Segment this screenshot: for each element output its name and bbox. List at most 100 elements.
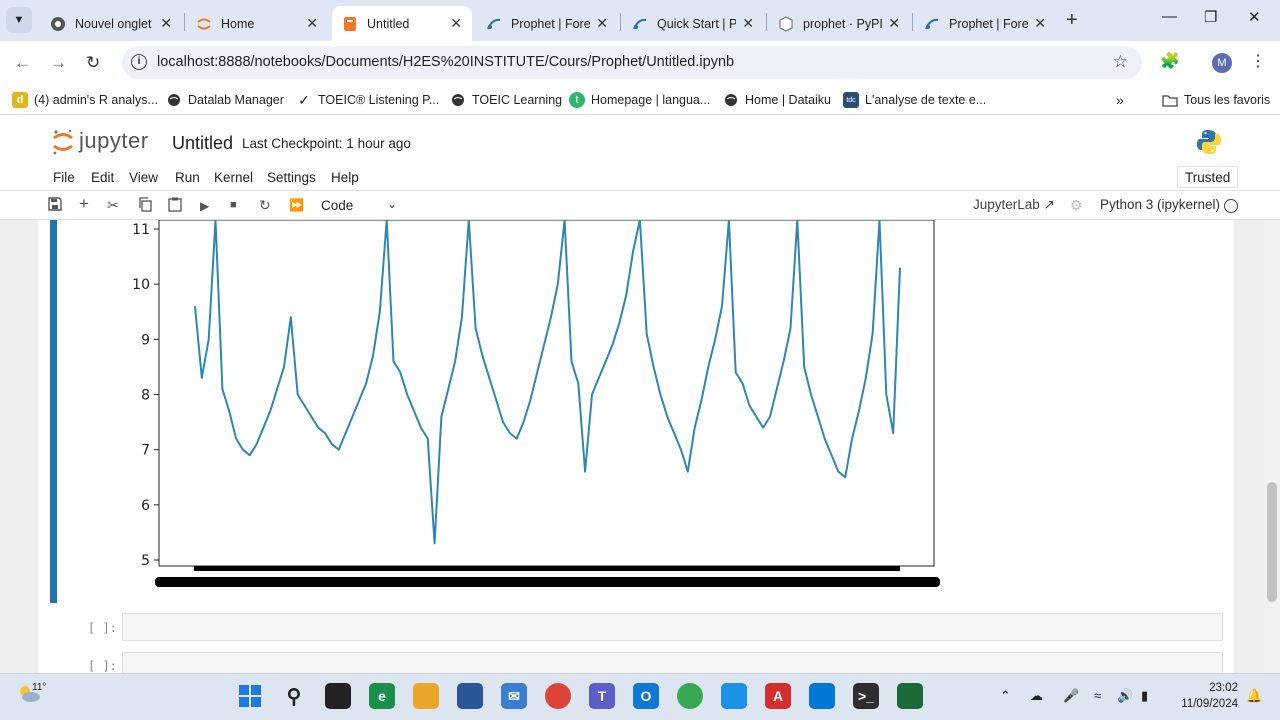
bookmark-item[interactable]: Datalab Manager bbox=[166, 92, 284, 108]
kernel-name[interactable]: Python 3 (ipykernel) bbox=[1100, 197, 1220, 212]
chrome-profile-icon[interactable] bbox=[677, 683, 703, 709]
menu-file[interactable]: File bbox=[53, 170, 75, 185]
vertical-scrollbar[interactable] bbox=[1264, 220, 1280, 673]
microphone-icon[interactable]: 🎤 bbox=[1063, 688, 1079, 704]
mail-icon[interactable]: ✉ bbox=[501, 683, 527, 709]
menu-run[interactable]: Run bbox=[175, 170, 200, 185]
url-text[interactable]: localhost:8888/notebooks/Documents/H2ES%… bbox=[157, 54, 734, 70]
forward-arrow-icon[interactable]: → bbox=[50, 53, 67, 73]
edge-icon[interactable]: e bbox=[369, 683, 395, 709]
bookmark-item[interactable]: TOEIC Learning bbox=[450, 92, 562, 108]
browser-tab[interactable]: prophet · PyPI ✕ bbox=[768, 6, 910, 41]
close-icon[interactable]: ✕ bbox=[596, 15, 608, 32]
minimize-icon[interactable]: — bbox=[1162, 8, 1177, 25]
empty-code-cell[interactable] bbox=[122, 613, 1223, 641]
extensions-icon[interactable]: 🧩 bbox=[1160, 51, 1180, 71]
all-bookmarks-button[interactable]: Tous les favoris bbox=[1162, 92, 1270, 108]
teams-icon[interactable]: T bbox=[589, 683, 615, 709]
browser-tab[interactable]: Home ✕ bbox=[186, 6, 328, 41]
vscode-icon[interactable] bbox=[809, 683, 835, 709]
bookmark-item[interactable]: tdc L'analyse de texte e... bbox=[843, 92, 986, 108]
restart-icon[interactable]: ↻ bbox=[259, 197, 271, 214]
trusted-indicator[interactable]: Trusted bbox=[1177, 166, 1239, 188]
new-tab-button[interactable]: + bbox=[1066, 9, 1078, 32]
battery-icon[interactable]: ▮ bbox=[1141, 688, 1148, 704]
tab-search-button[interactable]: ▼ bbox=[6, 7, 32, 33]
notebook-toolbar: + ✂ ▶ ■ ↻ ⏩ Code ⌄ JupyterLab ↗ ⚙ Python… bbox=[0, 191, 1280, 220]
globe-icon bbox=[723, 92, 739, 108]
browser-tab[interactable]: Quick Start | P ✕ bbox=[622, 6, 764, 41]
file-explorer-icon[interactable] bbox=[413, 683, 439, 709]
add-cell-icon[interactable]: + bbox=[79, 194, 89, 214]
bookmark-item[interactable]: d (4) admin's R analys... bbox=[12, 92, 158, 108]
settings-gear-icon[interactable]: ⚙ bbox=[1070, 197, 1083, 214]
wifi-icon[interactable]: ≈ bbox=[1094, 688, 1101, 703]
run-icon[interactable]: ▶ bbox=[200, 199, 209, 213]
browser-tab[interactable]: Prophet | Fore ✕ bbox=[476, 6, 618, 41]
reload-icon[interactable]: ↻ bbox=[86, 53, 100, 73]
cell-type-select[interactable]: Code bbox=[321, 198, 353, 213]
browser-tab[interactable]: Prophet | Fore ✕ bbox=[914, 6, 1056, 41]
fast-forward-icon[interactable]: ⏩ bbox=[289, 198, 304, 212]
volume-icon[interactable]: 🔊 bbox=[1117, 688, 1133, 704]
outlook-icon[interactable]: O bbox=[633, 683, 659, 709]
menu-settings[interactable]: Settings bbox=[267, 170, 316, 185]
back-arrow-icon[interactable]: ← bbox=[14, 53, 31, 73]
notebook-title[interactable]: Untitled bbox=[172, 133, 233, 154]
chevron-down-icon[interactable]: ⌄ bbox=[387, 197, 397, 211]
bookmark-star-icon[interactable]: ☆ bbox=[1113, 52, 1128, 72]
cut-icon[interactable]: ✂ bbox=[107, 197, 119, 214]
bookmark-item[interactable]: Home | Dataiku bbox=[723, 92, 831, 108]
address-bar[interactable]: i localhost:8888/notebooks/Documents/H2E… bbox=[122, 46, 1142, 79]
menu-help[interactable]: Help bbox=[331, 170, 359, 185]
prophet-icon bbox=[632, 16, 648, 32]
save-icon[interactable] bbox=[48, 197, 62, 214]
stop-icon[interactable]: ■ bbox=[230, 199, 237, 211]
system-clock[interactable]: 23:02 11/09/2024 bbox=[1174, 680, 1238, 712]
bookmark-item[interactable]: ✓ TOEIC® Listening P... bbox=[296, 92, 439, 108]
folder-icon bbox=[1162, 92, 1178, 108]
close-icon[interactable]: ✕ bbox=[160, 15, 172, 32]
copy-icon[interactable] bbox=[138, 197, 152, 215]
paste-icon[interactable] bbox=[168, 197, 182, 215]
close-icon[interactable]: ✕ bbox=[1034, 15, 1046, 32]
jupyterlab-link[interactable]: JupyterLab ↗ bbox=[973, 197, 1055, 213]
acrobat-icon[interactable]: A bbox=[765, 683, 791, 709]
terminal-icon[interactable]: >_ bbox=[853, 683, 879, 709]
d-icon: d bbox=[12, 92, 28, 108]
windows-start-icon[interactable] bbox=[237, 683, 263, 709]
browser-tab-active[interactable]: Untitled ✕ bbox=[332, 6, 472, 41]
task-view-icon[interactable] bbox=[325, 683, 351, 709]
store-icon[interactable] bbox=[457, 683, 483, 709]
menu-view[interactable]: View bbox=[129, 170, 158, 185]
search-icon[interactable]: ⚲ bbox=[281, 683, 307, 709]
site-info-icon[interactable]: i bbox=[131, 54, 147, 70]
tab-separator bbox=[912, 13, 913, 31]
close-icon[interactable]: ✕ bbox=[742, 15, 754, 32]
bookmark-item[interactable]: t Homepage | langua... bbox=[569, 92, 710, 108]
clock-time: 23:02 bbox=[1209, 682, 1238, 694]
browser-tab[interactable]: Nouvel onglet ✕ bbox=[40, 6, 182, 41]
notifications-icon[interactable]: 🔔 bbox=[1246, 688, 1262, 704]
close-icon[interactable]: ✕ bbox=[450, 15, 462, 32]
chrome-taskbar-icon[interactable] bbox=[545, 683, 571, 709]
jupyter-menu-bar: File Edit View Run Kernel Settings Help … bbox=[0, 165, 1280, 191]
close-icon[interactable]: ✕ bbox=[888, 15, 900, 32]
browser-menu-icon[interactable]: ⋮ bbox=[1250, 51, 1266, 71]
menu-edit[interactable]: Edit bbox=[91, 170, 114, 185]
restore-icon[interactable]: ❐ bbox=[1204, 8, 1217, 26]
empty-code-cell[interactable] bbox=[122, 652, 1223, 673]
close-icon[interactable]: ✕ bbox=[306, 15, 318, 32]
close-window-icon[interactable]: ✕ bbox=[1248, 8, 1261, 26]
jupyter-icon bbox=[196, 16, 212, 32]
anaconda-icon[interactable] bbox=[897, 683, 923, 709]
docker-icon[interactable] bbox=[721, 683, 747, 709]
profile-avatar[interactable]: M bbox=[1212, 53, 1232, 73]
more-bookmarks-icon[interactable]: » bbox=[1116, 92, 1124, 108]
show-hidden-icons-icon[interactable]: ⌃ bbox=[1000, 688, 1011, 704]
menu-kernel[interactable]: Kernel bbox=[214, 170, 253, 185]
onedrive-icon[interactable]: ☁ bbox=[1030, 688, 1043, 704]
scrollbar-thumb[interactable] bbox=[1267, 482, 1277, 602]
weather-widget[interactable]: 11° bbox=[16, 682, 46, 707]
jupyter-logo[interactable]: jupyter bbox=[52, 128, 149, 155]
